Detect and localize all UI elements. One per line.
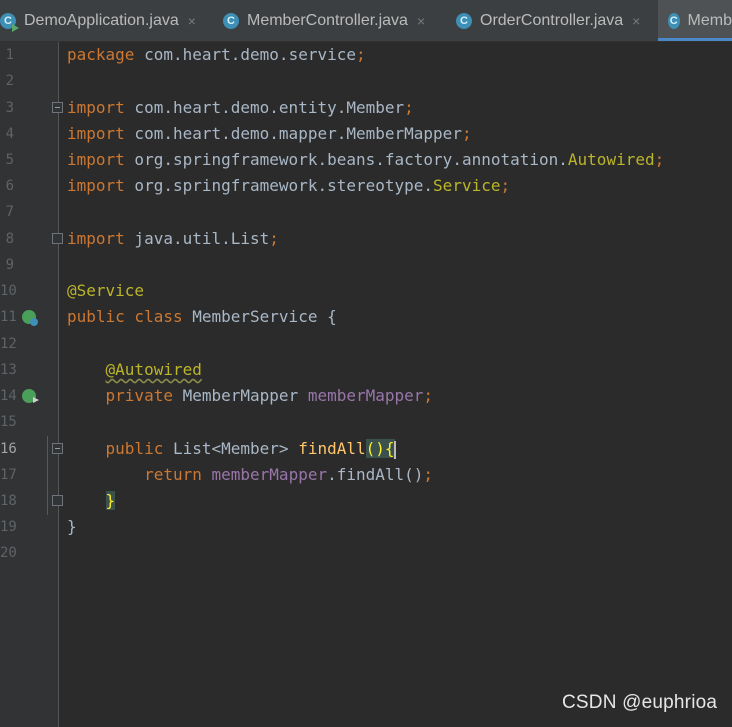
code-text: import com.heart.demo.mapper.MemberMappe…	[67, 124, 472, 143]
line-number: 19	[0, 519, 17, 535]
tab-order-controller[interactable]: C OrderController.java ×	[456, 0, 640, 41]
code-line: 3 import com.heart.demo.entity.Member;	[0, 95, 732, 121]
line-number: 3	[5, 100, 14, 116]
class-icon: C	[668, 12, 680, 29]
fold-end-icon[interactable]	[52, 233, 63, 244]
code-line: 9	[0, 252, 732, 278]
line-number: 4	[5, 126, 14, 142]
text-caret	[393, 440, 396, 459]
line-number: 14	[0, 388, 17, 404]
code-text: package com.heart.demo.service;	[67, 45, 366, 64]
fold-end-icon[interactable]	[52, 495, 63, 506]
code-line: 17 return memberMapper.findAll();	[0, 462, 732, 488]
code-line: 8 import java.util.List;	[0, 226, 732, 252]
line-number: 13	[0, 362, 17, 378]
tab-label: Memb	[687, 11, 732, 29]
code-line: 14 private MemberMapper memberMapper;	[0, 383, 732, 409]
code-line: 18 }	[0, 488, 732, 514]
fold-toggle-icon[interactable]	[52, 443, 63, 454]
line-number: 15	[0, 414, 17, 430]
tab-label: OrderController.java	[480, 11, 624, 29]
code-line: 2	[0, 68, 732, 94]
code-text: public List<Member> findAll(){	[105, 439, 396, 459]
code-text: return memberMapper.findAll();	[144, 465, 434, 484]
code-line: 20	[0, 540, 732, 566]
code-line: 15	[0, 409, 732, 435]
code-text: private MemberMapper memberMapper;	[105, 386, 434, 405]
code-line: 10 @Service	[0, 278, 732, 304]
code-line: 7	[0, 199, 732, 225]
close-icon[interactable]: ×	[417, 13, 425, 29]
tab-demo-application[interactable]: C DemoApplication.java ×	[0, 0, 196, 41]
class-icon: C	[456, 12, 472, 29]
code-line: 6 import org.springframework.stereotype.…	[0, 173, 732, 199]
line-number: 2	[5, 73, 14, 89]
line-number: 16	[0, 441, 17, 457]
line-number: 17	[0, 467, 17, 483]
tab-label: DemoApplication.java	[24, 11, 179, 29]
code-text: @Autowired	[105, 360, 202, 379]
tab-member-service[interactable]: C Memb	[658, 0, 732, 41]
line-number: 5	[5, 152, 14, 168]
line-number: 11	[0, 309, 17, 325]
code-text: import org.springframework.stereotype.Se…	[67, 176, 511, 195]
watermark: CSDN @euphrioa	[562, 692, 718, 713]
line-number: 12	[0, 336, 17, 352]
tab-label: MemberController.java	[247, 11, 408, 29]
line-number: 9	[5, 257, 14, 273]
close-icon[interactable]: ×	[632, 13, 640, 29]
code-line: 13 @Autowired	[0, 357, 732, 383]
line-number: 1	[5, 47, 14, 63]
code-line: 19 }	[0, 514, 732, 540]
code-line: 12	[0, 331, 732, 357]
code-text: import java.util.List;	[67, 229, 279, 248]
code-line: 5 import org.springframework.beans.facto…	[0, 147, 732, 173]
code-text: }	[105, 491, 116, 510]
tab-member-controller[interactable]: C MemberController.java ×	[223, 0, 425, 41]
line-number: 8	[5, 231, 14, 247]
code-text: @Service	[67, 281, 145, 300]
run-class-icon: C	[0, 12, 19, 32]
spring-bean-icon[interactable]	[22, 310, 38, 326]
close-icon[interactable]: ×	[188, 13, 196, 29]
code-line: 11 public class MemberService {	[0, 304, 732, 330]
class-icon: C	[223, 12, 239, 29]
code-text: public class MemberService {	[67, 307, 337, 326]
editor-tab-bar: C DemoApplication.java × C MemberControl…	[0, 0, 732, 42]
code-line: 1 package com.heart.demo.service;	[0, 42, 732, 68]
code-text: import org.springframework.beans.factory…	[67, 150, 665, 169]
code-text: }	[67, 517, 77, 536]
line-number: 6	[5, 178, 14, 194]
code-text: import com.heart.demo.entity.Member;	[67, 98, 414, 117]
line-number: 18	[0, 493, 17, 509]
fold-toggle-icon[interactable]	[52, 102, 63, 113]
line-number: 10	[0, 283, 17, 299]
line-number: 20	[0, 545, 17, 561]
code-line: 4 import com.heart.demo.mapper.MemberMap…	[0, 121, 732, 147]
navigate-to-bean-icon[interactable]	[22, 389, 39, 403]
line-number: 7	[5, 204, 14, 220]
code-line-current: 16 public List<Member> findAll(){	[0, 436, 732, 462]
